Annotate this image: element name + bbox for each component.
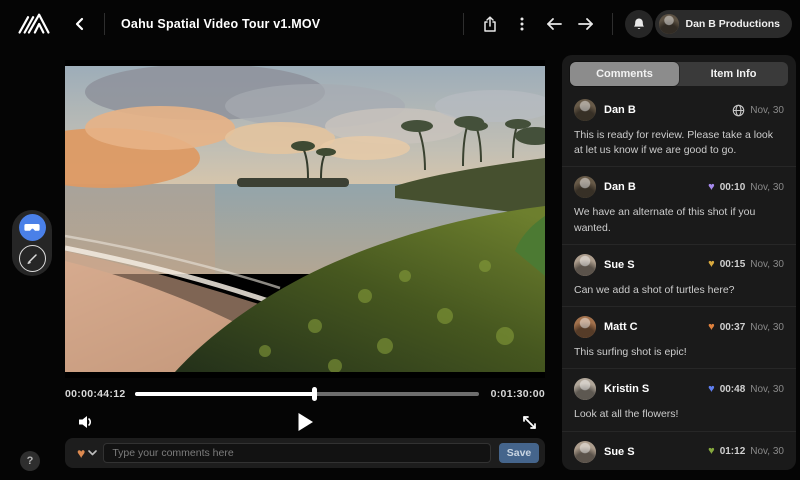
commenter-name: Dan B: [604, 181, 708, 193]
comment-item[interactable]: Dan B ♥ 00:10 Nov, 30 We have an alterna…: [562, 167, 796, 244]
video-content: [65, 66, 545, 372]
top-bar-actions: Dan B Productions: [453, 10, 800, 38]
save-button[interactable]: Save: [499, 443, 539, 463]
chevron-down-icon: [88, 450, 97, 456]
comment-item[interactable]: Matt C ♥ 00:37 Nov, 30 This surfing shot…: [562, 307, 796, 369]
commenter-name: Kristin S: [604, 383, 708, 395]
fullscreen-icon[interactable]: [517, 411, 541, 433]
commenter-avatar: [574, 378, 596, 400]
video-frame[interactable]: [65, 60, 545, 378]
comment-date: Nov, 30: [750, 446, 784, 457]
divider: [463, 13, 464, 35]
volume-icon[interactable]: [73, 410, 99, 434]
commenter-avatar: [574, 441, 596, 463]
divider: [104, 13, 105, 35]
comment-timecode[interactable]: 00:37: [720, 322, 746, 333]
comment-item[interactable]: Kristin S ♥ 00:48 Nov, 30 Look at all th…: [562, 369, 796, 431]
heart-emoji-icon: ♥: [77, 446, 85, 460]
help-button[interactable]: ?: [20, 451, 40, 471]
timeline-row: 00:00:44:12 0:01:30:00: [65, 386, 545, 402]
comment-date: Nov, 30: [750, 105, 784, 116]
heart-reaction-icon: ♥: [708, 182, 715, 193]
comment-input[interactable]: [103, 443, 491, 463]
commenter-avatar: [574, 99, 596, 121]
heart-reaction-icon: ♥: [708, 446, 715, 457]
tab-item-info[interactable]: Item Info: [679, 62, 788, 86]
comment-item[interactable]: Dan B Nov, 30 This is ready for review. …: [562, 90, 796, 167]
comment-text: Can we add a shot of turtles here?: [574, 283, 784, 298]
comment-timecode[interactable]: 00:10: [720, 182, 746, 193]
back-button[interactable]: [66, 10, 94, 38]
tab-comments[interactable]: Comments: [570, 62, 679, 86]
seek-bar-progress: [135, 392, 314, 396]
globe-icon: [732, 104, 745, 117]
current-timecode: 00:00:44:12: [65, 388, 127, 400]
comment-text: This surfing shot is epic!: [574, 345, 784, 360]
player-controls: [65, 408, 545, 436]
comment-timecode[interactable]: 00:15: [720, 259, 746, 270]
comment-text: We have an alternate of this shot if you…: [574, 205, 784, 235]
prev-item-arrow-icon[interactable]: [540, 10, 568, 38]
tool-rail: [12, 210, 52, 276]
more-menu-icon[interactable]: [508, 10, 536, 38]
sidebar-tabs: Comments Item Info: [570, 62, 788, 86]
account-avatar: [659, 14, 679, 34]
divider: [612, 13, 613, 35]
comment-date: Nov, 30: [750, 182, 784, 193]
commenter-name: Dan B: [604, 104, 732, 116]
commenter-avatar: [574, 176, 596, 198]
top-bar: Oahu Spatial Video Tour v1.MOV: [0, 0, 800, 48]
app-logo-icon[interactable]: [14, 9, 54, 39]
heart-reaction-icon: ♥: [708, 322, 715, 333]
duration-timecode: 0:01:30:00: [487, 388, 545, 400]
comment-composer: ♥ Save: [65, 438, 545, 468]
commenter-avatar: [574, 254, 596, 276]
comment-text: Look at all the flowers!: [574, 407, 784, 422]
commenter-name: Sue S: [604, 259, 708, 271]
notifications-bell-icon[interactable]: [625, 10, 653, 38]
comment-text: This is ready for review. Please take a …: [574, 128, 784, 158]
comment-timecode[interactable]: 00:48: [720, 384, 746, 395]
next-item-arrow-icon[interactable]: [572, 10, 600, 38]
commenter-avatar: [574, 316, 596, 338]
emoji-picker-button[interactable]: ♥: [77, 446, 103, 460]
app-window: Oahu Spatial Video Tour v1.MOV: [0, 0, 800, 480]
comment-date: Nov, 30: [750, 322, 784, 333]
file-title: Oahu Spatial Video Tour v1.MOV: [121, 17, 320, 31]
account-menu[interactable]: Dan B Productions: [655, 10, 792, 38]
spatial-headset-icon[interactable]: [19, 214, 46, 241]
share-icon[interactable]: [476, 10, 504, 38]
comment-item[interactable]: Sue S ♥ 01:12 Nov, 30 We should end on t…: [562, 432, 796, 470]
play-button[interactable]: [290, 408, 320, 436]
seek-bar[interactable]: [135, 392, 479, 396]
comment-timecode[interactable]: 01:12: [720, 446, 746, 457]
annotation-pen-icon[interactable]: [19, 245, 46, 272]
commenter-name: Sue S: [604, 446, 708, 458]
comment-item[interactable]: Sue S ♥ 00:15 Nov, 30 Can we add a shot …: [562, 245, 796, 307]
commenter-name: Matt C: [604, 321, 708, 333]
heart-reaction-icon: ♥: [708, 384, 715, 395]
comment-date: Nov, 30: [750, 384, 784, 395]
playhead-handle[interactable]: [312, 387, 317, 401]
account-name: Dan B Productions: [685, 18, 780, 30]
comment-date: Nov, 30: [750, 259, 784, 270]
heart-reaction-icon: ♥: [708, 259, 715, 270]
comments-sidebar: Comments Item Info Dan B Nov, 30 This is…: [562, 55, 796, 470]
